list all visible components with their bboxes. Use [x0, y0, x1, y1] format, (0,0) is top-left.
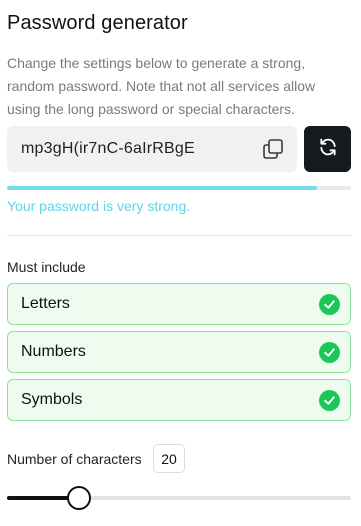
copy-icon[interactable]: [261, 137, 285, 161]
option-letters[interactable]: Letters: [7, 283, 351, 325]
option-symbols-label: Symbols: [21, 391, 83, 408]
strength-text: Your password is very strong.: [7, 198, 191, 214]
option-letters-label: Letters: [21, 295, 70, 312]
check-circle-icon: [319, 342, 340, 363]
refresh-button[interactable]: [304, 126, 351, 172]
length-slider[interactable]: [7, 486, 351, 510]
page-title: Password generator: [7, 12, 188, 34]
option-numbers-label: Numbers: [21, 343, 86, 360]
password-value[interactable]: mp3gH(ir7nC-6aIrRBgE: [21, 140, 195, 158]
refresh-icon: [318, 137, 338, 162]
divider: [7, 235, 351, 236]
slider-thumb[interactable]: [67, 486, 92, 510]
check-circle-icon: [319, 390, 340, 411]
strength-meter: [7, 186, 351, 190]
password-field[interactable]: mp3gH(ir7nC-6aIrRBgE: [7, 126, 297, 172]
page-description: Change the settings below to generate a …: [7, 55, 316, 117]
check-circle-icon: [319, 294, 340, 315]
length-label: Number of characters: [7, 451, 142, 467]
option-symbols[interactable]: Symbols: [7, 379, 351, 421]
strength-meter-fill: [7, 186, 317, 190]
length-value-input[interactable]: 20: [153, 444, 185, 473]
must-include-label: Must include: [7, 259, 86, 275]
option-numbers[interactable]: Numbers: [7, 331, 351, 373]
